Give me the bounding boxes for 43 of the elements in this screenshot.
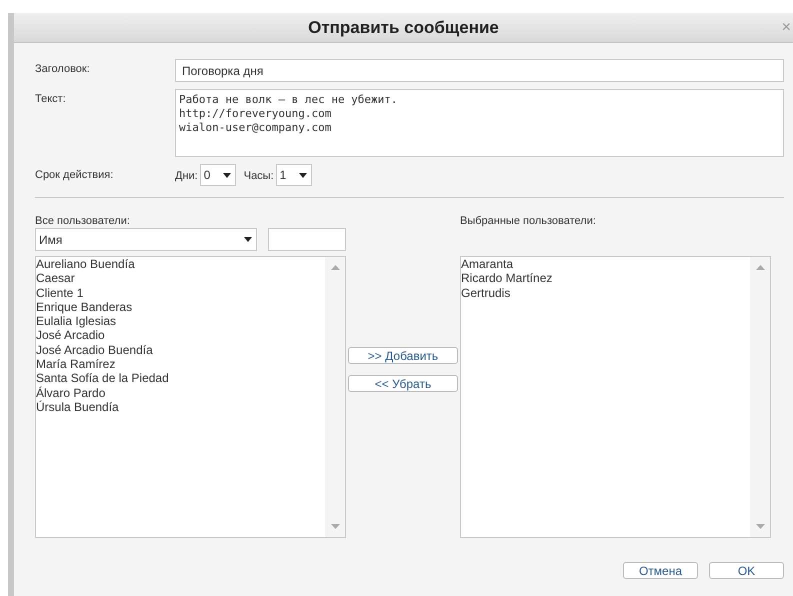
filter-input[interactable] xyxy=(268,228,346,251)
user-list-item[interactable]: Aureliano Buendía xyxy=(36,257,325,272)
add-button[interactable]: >> Добавить xyxy=(348,347,458,364)
user-list-item[interactable]: Santa Sofía de la Piedad xyxy=(36,371,325,386)
days-label: Дни: xyxy=(175,170,198,182)
caret-icon xyxy=(298,172,307,178)
scrollbar[interactable] xyxy=(750,257,770,537)
days-dropdown[interactable]: 0 xyxy=(200,164,236,186)
ok-button[interactable]: OK xyxy=(709,562,784,579)
user-list-item[interactable]: Amaranta xyxy=(461,257,750,272)
remove-button[interactable]: << Убрать xyxy=(348,375,458,392)
caret-icon xyxy=(244,237,252,242)
user-list-item[interactable]: Ricardo Martínez xyxy=(461,271,750,286)
filter-dropdown[interactable]: Имя xyxy=(35,228,257,251)
dialog-title: Отправить сообщение xyxy=(308,18,499,38)
user-list-item[interactable]: Caesar xyxy=(36,271,325,286)
all-users-label: Все пользователи: xyxy=(35,215,131,228)
user-list-item[interactable]: Eulalia Iglesias xyxy=(36,314,325,328)
scroll-down-icon[interactable] xyxy=(330,524,340,529)
field-label: Текст: xyxy=(35,92,67,105)
user-list-item[interactable]: José Arcadio xyxy=(36,328,325,343)
selected-users-label: Выбранные пользователи: xyxy=(460,215,597,228)
scrollbar[interactable] xyxy=(325,257,345,537)
user-list-item[interactable]: Enrique Banderas xyxy=(36,300,325,314)
user-list-item[interactable]: Cliente 1 xyxy=(36,286,325,300)
scroll-down-icon[interactable] xyxy=(756,524,764,529)
selected-users-list[interactable]: Amaranta Ricardo Martínez Gertrudis xyxy=(460,256,771,538)
user-list-item[interactable]: Gertrudis xyxy=(461,286,750,300)
title-input[interactable]: Поговорка дня xyxy=(175,59,784,82)
hours-dropdown[interactable]: 1 xyxy=(276,164,312,186)
cancel-button[interactable]: Отмена xyxy=(623,562,698,579)
user-list-item[interactable]: María Ramírez xyxy=(36,357,325,372)
user-list-item[interactable]: José Arcadio Buendía xyxy=(36,342,325,358)
scroll-up-icon[interactable] xyxy=(756,265,764,270)
field-label: Заголовок: xyxy=(35,62,91,75)
scroll-up-icon[interactable] xyxy=(330,265,340,270)
all-users-list[interactable]: Aureliano Buendía Caesar Cliente 1 Enrique Banderas Eulalia Iglesias José Arcadio José Arcadio Buendía María Ramírez Santa Sofía de la Piedad Álvaro Pardo Úrsula Buendía xyxy=(35,256,346,538)
caret-icon xyxy=(222,172,231,178)
message-textarea[interactable]: Работа не волк — в лес не убежит. http://foreveryoung.com wialon-user@company.com xyxy=(175,89,784,157)
user-list-item[interactable]: Álvaro Pardo xyxy=(36,386,325,400)
field-label: Срок действия: xyxy=(35,169,114,181)
user-list-item[interactable]: Úrsula Buendía xyxy=(36,400,325,414)
hours-label: Часы: xyxy=(244,170,274,182)
